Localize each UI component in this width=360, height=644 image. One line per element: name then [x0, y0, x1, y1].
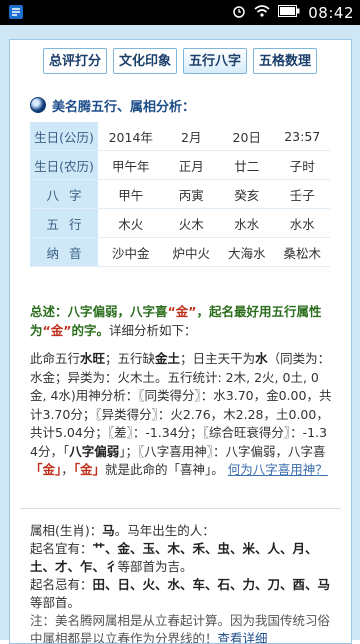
table-cell: 水水	[219, 208, 275, 238]
table-cell: 甲午	[98, 179, 164, 209]
table-cell: 子时	[274, 150, 330, 180]
zodiac-section: 属相(生肖)：马。马年出生的人： 起名宜有：艹、金、玉、木、禾、虫、米、人、月、…	[30, 522, 335, 644]
table-cell: 大海水	[219, 237, 275, 267]
analysis-favored-element-2: 「金」	[73, 462, 106, 477]
zodiac-born-text: 。马年出生的人：	[114, 523, 215, 538]
table-row: 八字 甲午 丙寅 癸亥 壬子	[30, 179, 330, 209]
row-label: 五行	[30, 208, 98, 238]
table-row: 生日(农历) 甲午年 正月 廿二 子时	[30, 150, 330, 180]
unfavorable-suffix: 等部首。	[30, 595, 81, 610]
yin-yang-icon	[30, 97, 46, 113]
table-cell: 壬子	[274, 179, 330, 209]
table-cell: 正月	[163, 150, 220, 180]
table-cell: 2月	[163, 122, 220, 151]
table-cell: 水水	[274, 208, 330, 238]
zodiac-line: 属相(生肖)：马。马年出生的人：	[30, 522, 335, 540]
zodiac-label: 属相(生肖)：	[30, 523, 103, 538]
tab-overall-score[interactable]: 总评打分	[43, 48, 107, 74]
analysis-text: 此命五行水旺；五行缺金土；日主天干为水（同类为：水金；异类为：火木土。五行统计:…	[30, 350, 335, 480]
table-cell: 丙寅	[163, 179, 220, 209]
row-label: 八字	[30, 179, 98, 209]
analysis-text-13: 就是此命的「喜神」。	[105, 462, 224, 477]
summary-bazi-weak: 八字偏弱，八字喜	[67, 304, 168, 319]
section-header: 美名腾五行、属相分析：	[30, 94, 195, 116]
status-bar: 08:42	[0, 0, 360, 25]
table-cell: 23:57	[274, 122, 330, 151]
favorable-suffix: 等部首为吉。	[117, 559, 193, 574]
divider	[20, 508, 341, 509]
analysis-text-7: （同类为：水金；异类为：火木土。五行统计: 2木, 2火, 0土, 0金, 4水…	[30, 351, 332, 459]
analysis-text-11: ，	[61, 462, 74, 477]
unfavorable-radicals-line: 起名忌有：田、日、火、水、车、石、力、刀、酉、马等部首。	[30, 576, 335, 612]
section-title: 美名腾五行、属相分析：	[52, 99, 196, 115]
row-label: 生日(公历)	[30, 122, 98, 151]
table-row: 生日(公历) 2014年 2月 20日 23:57	[30, 122, 330, 151]
table-cell: 廿二	[219, 150, 275, 180]
analysis-favored-element: 「金」	[30, 462, 62, 477]
table-cell: 沙中金	[98, 237, 164, 267]
what-is-favored-god-link[interactable]: 何为八字喜用神？	[228, 462, 328, 477]
battery-icon	[278, 4, 300, 21]
table-cell: 2014年	[98, 122, 164, 151]
table-cell: 癸亥	[219, 179, 275, 209]
wifi-icon	[254, 4, 270, 22]
analysis-strong-element: 水旺	[80, 351, 106, 366]
status-time: 08:42	[308, 3, 354, 22]
view-details-link[interactable]: 查看详细	[218, 631, 268, 643]
analysis-text-9: 」；〖八字喜用神〗：八字偏弱，八字喜	[119, 443, 326, 459]
row-label: 生日(农历)	[30, 150, 98, 180]
tab-culture-impression[interactable]: 文化印象	[113, 48, 177, 74]
content-card: 总评打分 文化印象 五行八字 五格数理 美名腾五行、属相分析： 生日(公历) 2…	[9, 39, 352, 644]
tab-bar: 总评打分 文化印象 五行八字 五格数理	[10, 40, 351, 80]
favorable-label: 起名宜有：	[30, 541, 93, 556]
table-row: 纳音 沙中金 炉中火 大海水 桑松木	[30, 237, 330, 267]
analysis-missing-elements: 金土	[155, 351, 181, 366]
summary-favored-element-2: “金”	[42, 323, 72, 338]
summary-char-suffix: 的字。	[71, 323, 109, 338]
table-cell: 20日	[219, 122, 275, 151]
page: 总评打分 文化印象 五行八字 五格数理 美名腾五行、属相分析： 生日(公历) 2…	[0, 25, 360, 644]
summary-favored-element: “金”	[167, 304, 197, 319]
zodiac-note-text: 注：美名腾网属相是从立春起计算。因为我国传统习俗中属相都是以立春作为分界线的！	[30, 613, 331, 644]
analysis-text-5: ；日主天干为	[180, 351, 256, 366]
notification-icon	[8, 4, 24, 24]
alarm-icon	[232, 4, 246, 22]
analysis-bazi-weak: 八字偏弱	[69, 443, 120, 459]
table-row: 五行 木火 火木 水水 水水	[30, 208, 330, 238]
unfavorable-radicals: 田、日、火、水、车、石、力、刀、酉、马	[92, 577, 331, 592]
favorable-radicals-line: 起名宜有：艹、金、玉、木、禾、虫、米、人、月、土、才、乍、彳等部首为吉。	[30, 540, 335, 576]
unfavorable-label: 起名忌有：	[30, 577, 93, 592]
summary-text: 总述：八字偏弱，八字喜“金”，起名最好用五行属性为“金”的字。详细分析如下：	[30, 302, 335, 340]
analysis-text-1: 此命五行	[30, 351, 81, 366]
zodiac-animal: 马	[102, 523, 115, 538]
table-cell: 桑松木	[274, 237, 330, 267]
summary-prefix: 总述：	[30, 304, 68, 319]
tab-five-grid-numerology[interactable]: 五格数理	[253, 48, 317, 74]
zodiac-note: 注：美名腾网属相是从立春起计算。因为我国传统习俗中属相都是以立春作为分界线的！查…	[30, 612, 335, 644]
summary-detail-intro: 详细分析如下：	[108, 323, 197, 338]
tab-five-elements-bazi[interactable]: 五行八字	[183, 48, 247, 74]
analysis-day-master: 水	[255, 351, 268, 366]
table-cell: 木火	[98, 208, 164, 238]
analysis-text-3: ；五行缺	[105, 351, 156, 366]
row-label: 纳音	[30, 237, 98, 267]
table-cell: 甲午年	[98, 150, 164, 180]
table-cell: 火木	[163, 208, 220, 238]
bazi-table: 生日(公历) 2014年 2月 20日 23:57 生日(农历) 甲午年 正月 …	[30, 122, 330, 267]
table-cell: 炉中火	[163, 237, 220, 267]
